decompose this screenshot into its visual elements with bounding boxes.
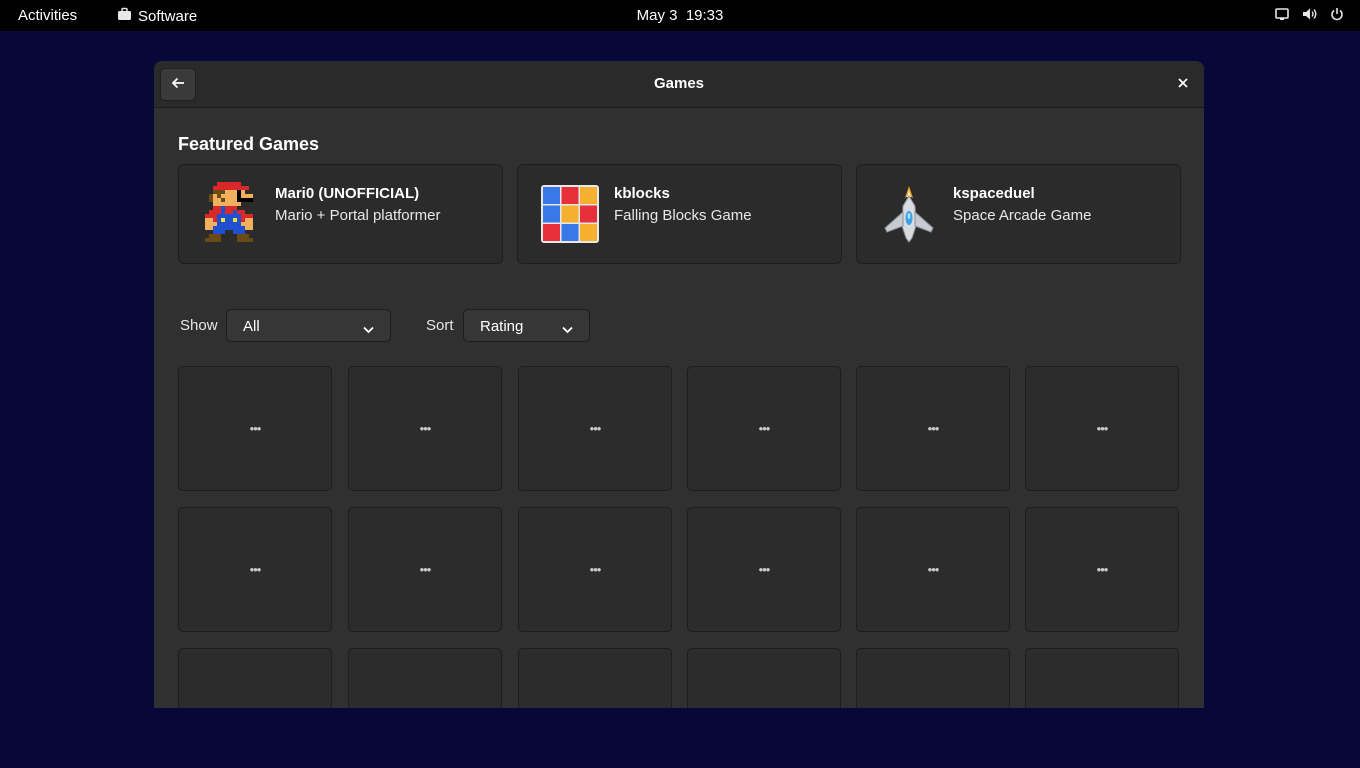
app-tile-placeholder[interactable]: ••• [348,366,502,491]
clock-button[interactable]: May 3 19:33 [637,7,724,24]
software-bag-icon [117,7,132,25]
loading-dots-icon: ••• [419,562,432,577]
close-button[interactable] [1172,73,1194,95]
chevron-down-icon [363,321,374,339]
loading-dots-icon: ••• [589,562,602,577]
loading-dots-icon: ••• [589,421,602,436]
show-dropdown[interactable]: All [226,309,391,342]
loading-dots-icon: ••• [1096,421,1109,436]
app-tile-placeholder[interactable] [518,648,672,708]
mario-icon [201,182,261,246]
close-icon [1178,75,1188,93]
arrow-left-icon [171,76,185,94]
featured-tile-kblocks[interactable]: kblocks Falling Blocks Game [517,164,842,264]
sort-dropdown-value: Rating [480,318,524,335]
featured-heading: Featured Games [178,134,320,154]
app-menu-label: Software [138,7,198,25]
app-tile-placeholder[interactable]: ••• [518,507,672,632]
app-tile-placeholder[interactable] [1025,648,1179,708]
featured-summary: Falling Blocks Game [614,207,752,224]
software-window: Games Featured Games Mari0 (UNOFFICIAL) … [154,61,1204,708]
app-tile-placeholder[interactable]: ••• [856,507,1010,632]
featured-name: kspaceduel [953,185,1035,202]
app-tile-placeholder[interactable]: ••• [1025,366,1179,491]
app-tile-placeholder[interactable]: ••• [687,507,841,632]
loading-dots-icon: ••• [758,562,771,577]
show-dropdown-value: All [243,318,260,335]
loading-dots-icon: ••• [249,562,262,577]
featured-name: Mari0 (UNOFFICIAL) [275,185,420,202]
screen-icon [1274,7,1290,21]
kblocks-icon [540,182,600,246]
app-tile-placeholder[interactable] [856,648,1010,708]
app-tile-placeholder[interactable]: ••• [178,366,332,491]
clock-date: May 3 [636,7,678,24]
loading-dots-icon: ••• [1096,562,1109,577]
app-tile-placeholder[interactable]: ••• [348,507,502,632]
loading-dots-icon: ••• [249,421,262,436]
header-bar: Games [154,61,1204,108]
power-icon [1330,7,1344,21]
window-title: Games [653,75,705,92]
top-bar: Activities Software May 3 19:33 [0,0,1360,31]
featured-tile-mari0[interactable]: Mari0 (UNOFFICIAL) Mario + Portal platfo… [178,164,503,264]
app-tile-placeholder[interactable] [348,648,502,708]
featured-name: kblocks [614,185,670,202]
featured-summary: Mario + Portal platformer [275,207,441,224]
back-button[interactable] [160,68,196,101]
app-tile-placeholder[interactable]: ••• [687,366,841,491]
app-tile-placeholder[interactable]: ••• [856,366,1010,491]
loading-dots-icon: ••• [927,421,940,436]
show-label: Show [180,317,218,334]
activities-label: Activities [18,7,78,24]
clock: May 3 19:33 [0,7,1360,24]
app-tile-placeholder[interactable]: ••• [178,507,332,632]
app-tile-placeholder[interactable] [687,648,841,708]
activities-button[interactable]: Activities [18,7,77,24]
loading-dots-icon: ••• [419,421,432,436]
chevron-down-icon [562,321,573,339]
loading-dots-icon: ••• [758,421,771,436]
app-menu-button[interactable]: Software [117,7,197,25]
app-tile-placeholder[interactable] [178,648,332,708]
app-tile-placeholder[interactable]: ••• [518,366,672,491]
loading-dots-icon: ••• [927,562,940,577]
system-status-menu[interactable] [1274,7,1344,21]
app-tile-placeholder[interactable]: ••• [1025,507,1179,632]
featured-summary: Space Arcade Game [953,207,1092,224]
kspaceduel-icon [879,182,939,246]
featured-tile-kspaceduel[interactable]: kspaceduel Space Arcade Game [856,164,1181,264]
sort-label: Sort [426,317,454,334]
volume-icon [1302,7,1318,21]
clock-time: 19:33 [685,7,724,24]
sort-dropdown[interactable]: Rating [463,309,590,342]
